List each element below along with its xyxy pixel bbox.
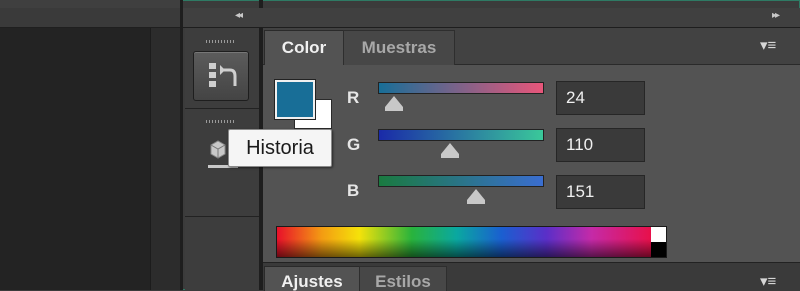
collapse-right-icon[interactable]: ▸▸ <box>772 10 780 21</box>
value-field-r[interactable]: 24 <box>556 81 645 115</box>
canvas-area[interactable] <box>0 28 150 290</box>
dock-divider <box>185 216 259 217</box>
canvas-scrollbar[interactable] <box>150 28 181 290</box>
work-area-header <box>0 8 180 28</box>
slider-r[interactable] <box>378 82 544 94</box>
dock-divider <box>185 108 259 109</box>
bottom-panel-menu-icon[interactable]: ▾≡ <box>760 272 776 290</box>
tab-muestras[interactable]: Muestras <box>343 30 455 65</box>
work-area-top-bar <box>0 0 180 8</box>
slider-thumb-g[interactable] <box>440 143 459 158</box>
dock-separator <box>180 0 183 290</box>
color-spectrum-ramp[interactable] <box>276 226 667 258</box>
history-tooltip: Historia <box>228 129 332 167</box>
slider-thumb-r[interactable] <box>384 96 403 111</box>
tab-estilos[interactable]: Estilos <box>359 266 447 291</box>
dock-grip[interactable] <box>206 40 234 43</box>
spectrum-black-swatch[interactable] <box>651 242 666 257</box>
value-field-b[interactable]: 151 <box>556 175 645 209</box>
spectrum-white-swatch[interactable] <box>651 227 666 242</box>
history-panel-button[interactable] <box>193 51 249 101</box>
history-icon <box>209 63 237 87</box>
slider-thumb-b[interactable] <box>467 189 486 204</box>
channel-label-r: R <box>347 88 360 107</box>
spectrum-gradient[interactable] <box>277 227 651 257</box>
dock-grip[interactable] <box>206 120 234 123</box>
tab-color[interactable]: Color <box>264 30 344 65</box>
channel-label-g: G <box>347 135 361 154</box>
slider-g[interactable] <box>378 129 544 141</box>
tab-ajustes[interactable]: Ajustes <box>264 266 360 291</box>
collapse-left-icon[interactable]: ◂◂ <box>235 10 243 21</box>
foreground-color-swatch[interactable] <box>274 79 316 120</box>
slider-b[interactable] <box>378 175 544 187</box>
channel-label-b: B <box>347 181 360 200</box>
dock-top-bar <box>183 8 800 28</box>
panel-menu-icon[interactable]: ▾≡ <box>760 36 776 54</box>
value-field-g[interactable]: 110 <box>556 128 645 162</box>
